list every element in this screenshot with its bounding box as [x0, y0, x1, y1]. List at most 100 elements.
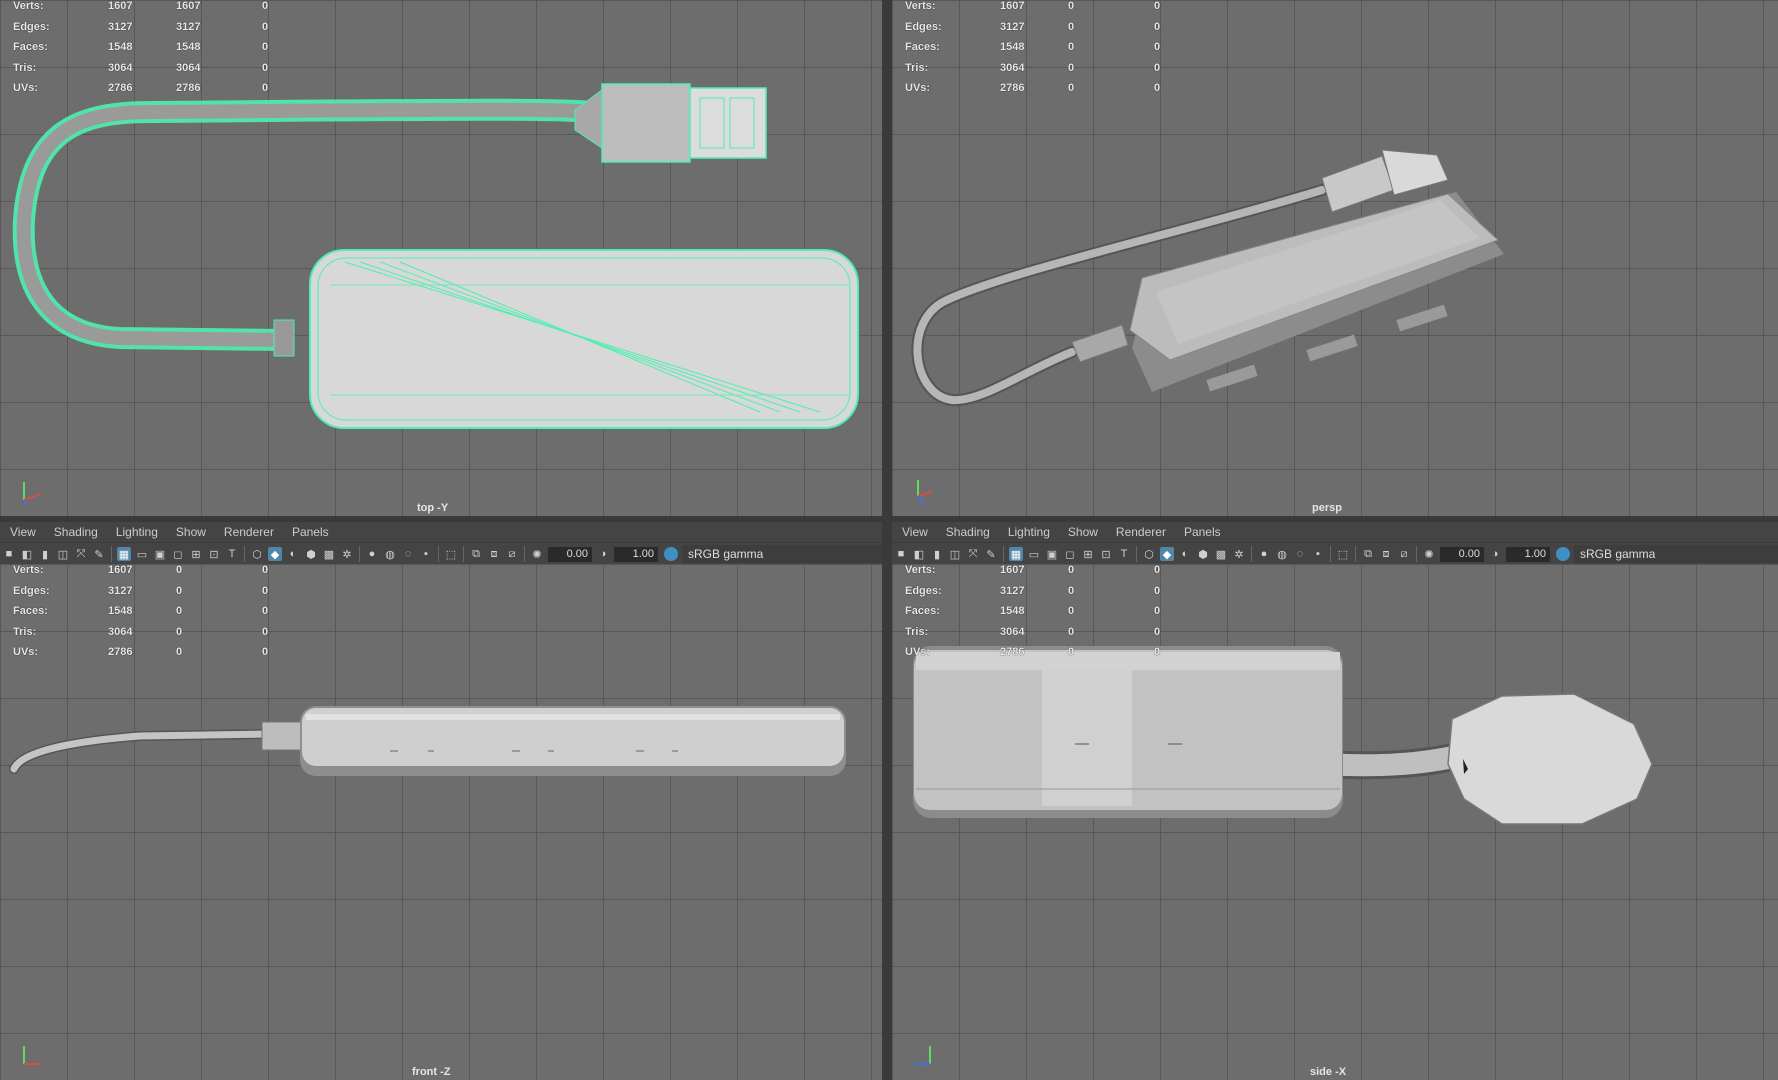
image-plane-icon[interactable]: ◫: [948, 547, 962, 561]
menu-view[interactable]: View: [10, 525, 36, 539]
menu-view[interactable]: View: [902, 525, 928, 539]
camera-attributes-icon[interactable]: ◧: [912, 547, 926, 561]
gamma-icon[interactable]: ◑: [596, 547, 610, 561]
grease-pencil-icon[interactable]: ✎: [92, 547, 106, 561]
menu-show[interactable]: Show: [1068, 525, 1098, 539]
wireframe-on-shaded-icon[interactable]: ⬢: [1196, 547, 1210, 561]
smooth-shade-icon[interactable]: ◆: [1160, 547, 1174, 561]
menu-panels[interactable]: Panels: [1184, 525, 1221, 539]
isolate-select-icon[interactable]: ⬚: [1336, 547, 1350, 561]
grid-icon[interactable]: ▦: [1009, 547, 1023, 561]
viewport-persp-pane[interactable]: Verts: 1607 0 0 Edges: 3127 0 0 Faces: 1548 0 0 T…: [892, 0, 1778, 516]
axis-gizmo-icon: [917, 480, 933, 505]
axis-gizmo-icon: [23, 482, 41, 505]
textured-icon[interactable]: ▩: [322, 547, 336, 561]
safe-title-icon[interactable]: T: [1117, 547, 1131, 561]
usb-hub-shaded-model[interactable]: [892, 0, 1778, 516]
two-d-pan-zoom-icon[interactable]: ⤧: [966, 547, 980, 561]
camera-icon[interactable]: ■: [2, 547, 16, 561]
color-management-icon[interactable]: [1556, 547, 1570, 561]
ambient-occlusion-icon[interactable]: ◍: [383, 547, 397, 561]
xray-icon[interactable]: ⧉: [469, 547, 483, 561]
shadows-icon[interactable]: ●: [365, 547, 379, 561]
anti-alias-icon[interactable]: ▪: [1311, 547, 1325, 561]
wireframe-icon[interactable]: ⬡: [1142, 547, 1156, 561]
menu-panels[interactable]: Panels: [292, 525, 329, 539]
viewport-side-canvas[interactable]: Verts: 1607 0 0 Edges: 3127 0 0 Faces: 1548 0 0 T…: [892, 564, 1778, 1080]
camera-name-label: side -X: [1310, 1066, 1347, 1078]
ambient-occlusion-icon[interactable]: ◍: [1275, 547, 1289, 561]
usb-hub-side-model[interactable]: [892, 564, 1778, 1080]
xray-icon[interactable]: ⧉: [1361, 547, 1375, 561]
camera-name-label: top -Y: [417, 502, 449, 514]
image-plane-icon[interactable]: ◫: [56, 547, 70, 561]
lights-icon[interactable]: ✲: [1232, 547, 1246, 561]
gamma-field[interactable]: [614, 546, 658, 562]
usb-hub-wireframe-model[interactable]: [0, 0, 882, 516]
wireframe-on-shaded-icon[interactable]: ⬢: [304, 547, 318, 561]
camera-attributes-icon[interactable]: ◧: [20, 547, 34, 561]
xray-joints-icon[interactable]: ⧄: [1397, 547, 1411, 561]
field-chart-icon[interactable]: ⊞: [189, 547, 203, 561]
exposure-icon[interactable]: ✺: [530, 547, 544, 561]
viewport-top-canvas[interactable]: Verts: 1607 1607 0 Edges: 3127 3127 0 Faces: 15…: [0, 0, 882, 516]
menu-lighting[interactable]: Lighting: [116, 525, 158, 539]
wireframe-icon[interactable]: ⬡: [250, 547, 264, 561]
smooth-shade-icon[interactable]: ◆: [268, 547, 282, 561]
textured-icon[interactable]: ▩: [1214, 547, 1228, 561]
color-management-icon[interactable]: [664, 547, 678, 561]
lights-icon[interactable]: ✲: [340, 547, 354, 561]
two-d-pan-zoom-icon[interactable]: ⤧: [74, 547, 88, 561]
camera-icon[interactable]: ■: [894, 547, 908, 561]
anti-alias-icon[interactable]: ▪: [419, 547, 433, 561]
gamma-icon[interactable]: ◑: [1488, 547, 1502, 561]
default-material-icon[interactable]: ◐: [1178, 547, 1192, 561]
film-gate-icon[interactable]: ▭: [135, 547, 149, 561]
panel-splitter-horizontal[interactable]: [0, 516, 1778, 522]
menu-renderer[interactable]: Renderer: [224, 525, 274, 539]
field-chart-icon[interactable]: ⊞: [1081, 547, 1095, 561]
menu-shading[interactable]: Shading: [54, 525, 98, 539]
motion-blur-icon[interactable]: ◌: [1293, 547, 1307, 561]
panel-menubar: View Shading Lighting Show Renderer Pane…: [0, 522, 882, 542]
xray-active-icon[interactable]: ⧈: [1379, 547, 1393, 561]
menu-shading[interactable]: Shading: [946, 525, 990, 539]
xray-joints-icon[interactable]: ⧄: [505, 547, 519, 561]
exposure-field[interactable]: [1440, 546, 1484, 562]
default-material-icon[interactable]: ◐: [286, 547, 300, 561]
bookmark-icon[interactable]: ▮: [38, 547, 52, 561]
axis-gizmo-icon: [23, 1046, 40, 1065]
viewport-persp-canvas[interactable]: Verts: 1607 0 0 Edges: 3127 0 0 Faces: 1548 0 0 T…: [892, 0, 1778, 516]
grid-icon[interactable]: ▦: [117, 547, 131, 561]
xray-active-icon[interactable]: ⧈: [487, 547, 501, 561]
gate-mask-icon[interactable]: ◻: [1063, 547, 1077, 561]
viewport-top-pane[interactable]: Verts: 1607 1607 0 Edges: 3127 3127 0 Faces: 15…: [0, 0, 882, 516]
safe-title-icon[interactable]: T: [225, 547, 239, 561]
shadows-icon[interactable]: ●: [1257, 547, 1271, 561]
exposure-icon[interactable]: ✺: [1422, 547, 1436, 561]
film-gate-icon[interactable]: ▭: [1027, 547, 1041, 561]
viewport-front-pane[interactable]: View Shading Lighting Show Renderer Pane…: [0, 522, 882, 1080]
safe-action-icon[interactable]: ⊡: [1099, 547, 1113, 561]
viewport-front-canvas[interactable]: Verts: 1607 0 0 Edges: 3127 0 0 Faces: 1548 0 0 T…: [0, 564, 882, 1080]
usb-hub-front-model[interactable]: [0, 564, 882, 1080]
exposure-field[interactable]: [548, 546, 592, 562]
bookmark-icon[interactable]: ▮: [930, 547, 944, 561]
resolution-gate-icon[interactable]: ▣: [153, 547, 167, 561]
menu-lighting[interactable]: Lighting: [1008, 525, 1050, 539]
safe-action-icon[interactable]: ⊡: [207, 547, 221, 561]
camera-name-label: persp: [1312, 502, 1342, 514]
view-transform-dropdown[interactable]: sRGB gamma: [1574, 545, 1778, 563]
grease-pencil-icon[interactable]: ✎: [984, 547, 998, 561]
menu-show[interactable]: Show: [176, 525, 206, 539]
panel-splitter-vertical[interactable]: [882, 0, 892, 1080]
resolution-gate-icon[interactable]: ▣: [1045, 547, 1059, 561]
menu-renderer[interactable]: Renderer: [1116, 525, 1166, 539]
gate-mask-icon[interactable]: ◻: [171, 547, 185, 561]
gamma-field[interactable]: [1506, 546, 1550, 562]
viewport-side-pane[interactable]: View Shading Lighting Show Renderer Pane…: [892, 522, 1778, 1080]
panel-menubar: View Shading Lighting Show Renderer Pane…: [892, 522, 1778, 542]
isolate-select-icon[interactable]: ⬚: [444, 547, 458, 561]
view-transform-dropdown[interactable]: sRGB gamma: [682, 545, 882, 563]
motion-blur-icon[interactable]: ◌: [401, 547, 415, 561]
